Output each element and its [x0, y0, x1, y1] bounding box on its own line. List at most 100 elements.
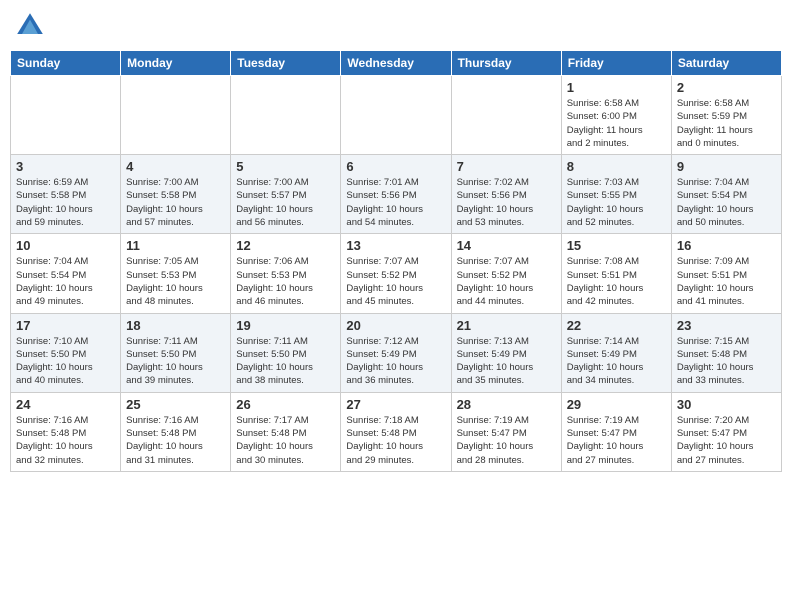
calendar-cell: 5Sunrise: 7:00 AM Sunset: 5:57 PM Daylig… — [231, 155, 341, 234]
day-info: Sunrise: 7:05 AM Sunset: 5:53 PM Dayligh… — [126, 255, 225, 308]
day-number: 2 — [677, 80, 776, 95]
day-number: 21 — [457, 318, 556, 333]
day-info: Sunrise: 7:15 AM Sunset: 5:48 PM Dayligh… — [677, 335, 776, 388]
day-info: Sunrise: 7:04 AM Sunset: 5:54 PM Dayligh… — [677, 176, 776, 229]
calendar-cell: 11 Sunrise: 7:05 AM Sunset: 5:53 PM Dayli… — [121, 234, 231, 313]
day-info: Sunrise: 7:12 AM Sunset: 5:49 PM Dayligh… — [346, 335, 445, 388]
day-number: 8 — [567, 159, 666, 174]
day-number: 30 — [677, 397, 776, 412]
calendar-cell: 4 Sunrise: 7:00 AM Sunset: 5:58 PM Daylig… — [121, 155, 231, 234]
calendar-cell: 9 Sunrise: 7:04 AM Sunset: 5:54 PM Daylig… — [671, 155, 781, 234]
day-info: Sunrise: 7:07 AM Sunset: 5:52 PM Dayligh… — [457, 255, 556, 308]
day-number: 11 — [126, 238, 225, 253]
day-info: Sunrise: 7:07 AM Sunset: 5:52 PM Dayligh… — [346, 255, 445, 308]
day-info: Sunrise: 7:16 AM Sunset: 5:48 PM Dayligh… — [16, 414, 115, 467]
day-number: 9 — [677, 159, 776, 174]
day-info: Sunrise: 7:19 AM Sunset: 5:47 PM Dayligh… — [457, 414, 556, 467]
day-number: 6 — [346, 159, 445, 174]
calendar-cell: 3 Sunrise: 6:59 AM Sunset: 5:58 PM Daylig… — [11, 155, 121, 234]
calendar-cell: 2Sunrise: 6:58 AM Sunset: 5:59 PM Daylig… — [671, 76, 781, 155]
day-info: Sunrise: 7:14 AM Sunset: 5:49 PM Dayligh… — [567, 335, 666, 388]
day-number: 29 — [567, 397, 666, 412]
calendar-cell: 6 Sunrise: 7:01 AM Sunset: 5:56 PM Daylig… — [341, 155, 451, 234]
calendar-cell: 25 Sunrise: 7:16 AM Sunset: 5:48 PM Dayli… — [121, 392, 231, 471]
calendar-cell: 22 Sunrise: 7:14 AM Sunset: 5:49 PM Dayli… — [561, 313, 671, 392]
weekday-header: Tuesday — [231, 51, 341, 76]
day-info: Sunrise: 7:16 AM Sunset: 5:48 PM Dayligh… — [126, 414, 225, 467]
day-info: Sunrise: 7:20 AM Sunset: 5:47 PM Dayligh… — [677, 414, 776, 467]
calendar-cell: 26Sunrise: 7:17 AM Sunset: 5:48 PM Dayli… — [231, 392, 341, 471]
calendar-cell: 20Sunrise: 7:12 AM Sunset: 5:49 PM Dayli… — [341, 313, 451, 392]
day-info: Sunrise: 7:09 AM Sunset: 5:51 PM Dayligh… — [677, 255, 776, 308]
calendar-table: SundayMondayTuesdayWednesdayThursdayFrid… — [10, 50, 782, 472]
day-number: 10 — [16, 238, 115, 253]
calendar-week-row: 17 Sunrise: 7:10 AM Sunset: 5:50 PM Dayli… — [11, 313, 782, 392]
calendar-cell: 16 Sunrise: 7:09 AM Sunset: 5:51 PM Dayli… — [671, 234, 781, 313]
day-info: Sunrise: 7:04 AM Sunset: 5:54 PM Dayligh… — [16, 255, 115, 308]
calendar-cell: 21 Sunrise: 7:13 AM Sunset: 5:49 PM Dayli… — [451, 313, 561, 392]
calendar-cell — [121, 76, 231, 155]
day-number: 24 — [16, 397, 115, 412]
day-number: 14 — [457, 238, 556, 253]
logo — [14, 10, 50, 42]
day-number: 13 — [346, 238, 445, 253]
day-info: Sunrise: 7:10 AM Sunset: 5:50 PM Dayligh… — [16, 335, 115, 388]
calendar-body: 1Sunrise: 6:58 AM Sunset: 6:00 PM Daylig… — [11, 76, 782, 472]
calendar-cell: 15Sunrise: 7:08 AM Sunset: 5:51 PM Dayli… — [561, 234, 671, 313]
calendar-cell — [11, 76, 121, 155]
calendar-cell: 28 Sunrise: 7:19 AM Sunset: 5:47 PM Dayli… — [451, 392, 561, 471]
day-number: 17 — [16, 318, 115, 333]
day-number: 23 — [677, 318, 776, 333]
day-number: 22 — [567, 318, 666, 333]
day-info: Sunrise: 7:03 AM Sunset: 5:55 PM Dayligh… — [567, 176, 666, 229]
day-info: Sunrise: 7:19 AM Sunset: 5:47 PM Dayligh… — [567, 414, 666, 467]
weekday-header: Friday — [561, 51, 671, 76]
logo-icon — [14, 10, 46, 42]
day-number: 28 — [457, 397, 556, 412]
calendar-cell: 13 Sunrise: 7:07 AM Sunset: 5:52 PM Dayli… — [341, 234, 451, 313]
calendar-week-row: 10 Sunrise: 7:04 AM Sunset: 5:54 PM Dayli… — [11, 234, 782, 313]
day-number: 12 — [236, 238, 335, 253]
calendar-cell: 12 Sunrise: 7:06 AM Sunset: 5:53 PM Dayli… — [231, 234, 341, 313]
calendar-cell: 8 Sunrise: 7:03 AM Sunset: 5:55 PM Daylig… — [561, 155, 671, 234]
day-number: 25 — [126, 397, 225, 412]
day-info: Sunrise: 7:06 AM Sunset: 5:53 PM Dayligh… — [236, 255, 335, 308]
day-info: Sunrise: 7:02 AM Sunset: 5:56 PM Dayligh… — [457, 176, 556, 229]
day-info: Sunrise: 7:11 AM Sunset: 5:50 PM Dayligh… — [236, 335, 335, 388]
day-number: 4 — [126, 159, 225, 174]
weekday-header: Monday — [121, 51, 231, 76]
day-number: 16 — [677, 238, 776, 253]
calendar-header-row: SundayMondayTuesdayWednesdayThursdayFrid… — [11, 51, 782, 76]
calendar-cell — [341, 76, 451, 155]
day-number: 19 — [236, 318, 335, 333]
weekday-header: Wednesday — [341, 51, 451, 76]
calendar-cell: 7 Sunrise: 7:02 AM Sunset: 5:56 PM Daylig… — [451, 155, 561, 234]
calendar-week-row: 24 Sunrise: 7:16 AM Sunset: 5:48 PM Dayli… — [11, 392, 782, 471]
calendar-cell: 23 Sunrise: 7:15 AM Sunset: 5:48 PM Dayli… — [671, 313, 781, 392]
calendar-week-row: 3 Sunrise: 6:59 AM Sunset: 5:58 PM Daylig… — [11, 155, 782, 234]
day-info: Sunrise: 7:01 AM Sunset: 5:56 PM Dayligh… — [346, 176, 445, 229]
weekday-header: Sunday — [11, 51, 121, 76]
calendar-cell: 17 Sunrise: 7:10 AM Sunset: 5:50 PM Dayli… — [11, 313, 121, 392]
day-info: Sunrise: 7:00 AM Sunset: 5:58 PM Dayligh… — [126, 176, 225, 229]
weekday-header: Thursday — [451, 51, 561, 76]
page-header — [10, 10, 782, 42]
day-info: Sunrise: 7:13 AM Sunset: 5:49 PM Dayligh… — [457, 335, 556, 388]
day-number: 15 — [567, 238, 666, 253]
calendar-cell: 18 Sunrise: 7:11 AM Sunset: 5:50 PM Dayli… — [121, 313, 231, 392]
calendar-cell: 29 Sunrise: 7:19 AM Sunset: 5:47 PM Dayli… — [561, 392, 671, 471]
calendar-week-row: 1Sunrise: 6:58 AM Sunset: 6:00 PM Daylig… — [11, 76, 782, 155]
day-number: 7 — [457, 159, 556, 174]
calendar-cell: 30 Sunrise: 7:20 AM Sunset: 5:47 PM Dayli… — [671, 392, 781, 471]
calendar-cell: 1Sunrise: 6:58 AM Sunset: 6:00 PM Daylig… — [561, 76, 671, 155]
calendar-cell: 24 Sunrise: 7:16 AM Sunset: 5:48 PM Dayli… — [11, 392, 121, 471]
day-info: Sunrise: 7:11 AM Sunset: 5:50 PM Dayligh… — [126, 335, 225, 388]
day-number: 18 — [126, 318, 225, 333]
day-info: Sunrise: 6:59 AM Sunset: 5:58 PM Dayligh… — [16, 176, 115, 229]
calendar-cell: 14 Sunrise: 7:07 AM Sunset: 5:52 PM Dayli… — [451, 234, 561, 313]
calendar-cell — [451, 76, 561, 155]
day-info: Sunrise: 7:00 AM Sunset: 5:57 PM Dayligh… — [236, 176, 335, 229]
calendar-cell: 19 Sunrise: 7:11 AM Sunset: 5:50 PM Dayli… — [231, 313, 341, 392]
day-info: Sunrise: 7:17 AM Sunset: 5:48 PM Dayligh… — [236, 414, 335, 467]
day-number: 3 — [16, 159, 115, 174]
